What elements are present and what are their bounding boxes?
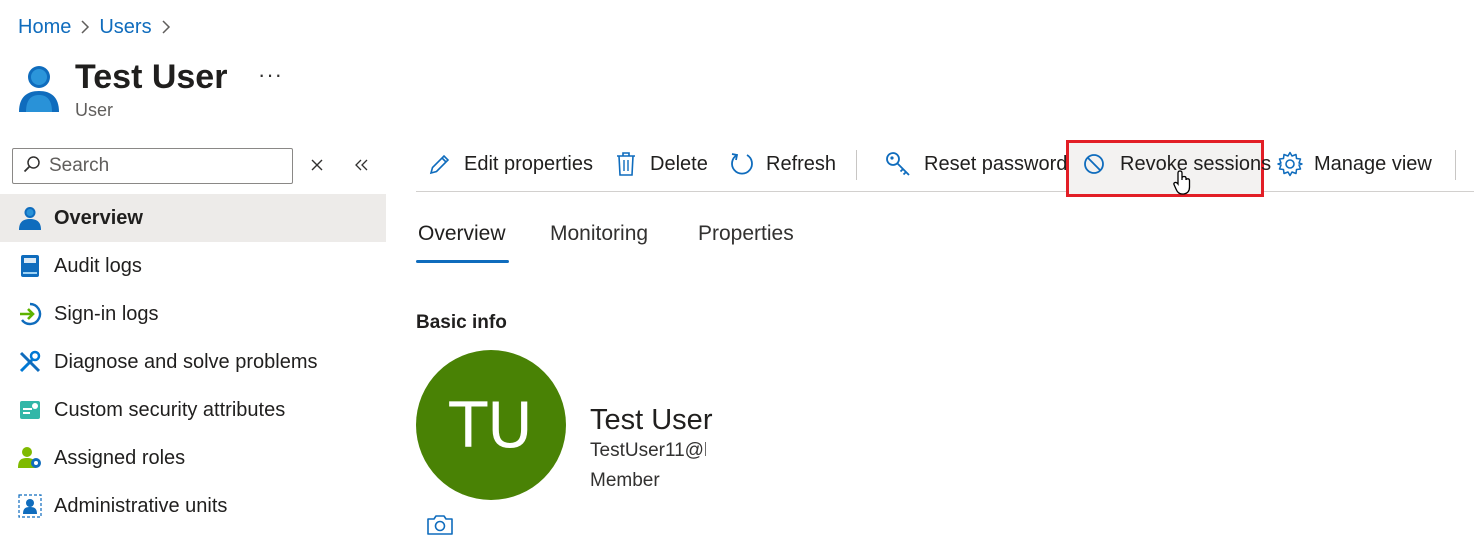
pencil-icon — [426, 150, 454, 178]
command-bar: Edit properties Delete Refresh Reset pas… — [416, 140, 1474, 197]
sidebar-item-label: Sign-in logs — [54, 302, 159, 325]
manage-view-label: Manage view — [1314, 152, 1432, 175]
manage-view-button[interactable]: Manage view — [1276, 140, 1432, 188]
tab-properties[interactable]: Properties — [698, 222, 794, 246]
delete-label: Delete — [650, 152, 708, 175]
toolbar-divider — [1455, 150, 1456, 180]
reset-password-button[interactable]: Reset password — [884, 140, 1067, 188]
chevron-right-icon — [152, 14, 180, 40]
refresh-label: Refresh — [766, 152, 837, 175]
sidebar-item-label: Administrative units — [54, 494, 228, 517]
page-subtitle: User — [75, 100, 114, 120]
edit-properties-button[interactable]: Edit properties — [426, 140, 593, 188]
sidebar-item-administrative-units[interactable]: Administrative units — [0, 482, 386, 530]
search-icon — [23, 155, 41, 178]
sidebar-item-custom-security-attributes[interactable]: Custom security attributes — [0, 386, 386, 434]
sidebar-item-label: Assigned roles — [54, 446, 186, 469]
hand-cursor-icon — [1173, 170, 1193, 201]
active-tab-indicator — [416, 260, 509, 263]
sidebar-nav: Overview Audit logs Sign-in logs Diagnos… — [0, 194, 386, 530]
double-chevron-left-icon — [355, 159, 368, 171]
tab-monitoring[interactable]: Monitoring — [550, 222, 648, 246]
breadcrumb: Home Users — [18, 14, 180, 40]
user-display-name: Test User — [590, 404, 713, 436]
book-icon — [18, 254, 42, 278]
close-icon — [311, 159, 323, 171]
sidebar-item-sign-in-logs[interactable]: Sign-in logs — [0, 290, 386, 338]
sidebar-item-label: Custom security attributes — [54, 398, 286, 421]
sidebar-item-overview[interactable]: Overview — [0, 194, 386, 242]
search-input[interactable] — [49, 155, 269, 177]
page-title: Test User — [75, 58, 228, 96]
camera-icon[interactable] — [426, 513, 454, 537]
sidebar-item-diagnose[interactable]: Diagnose and solve problems — [0, 338, 386, 386]
avatar: TU — [416, 350, 566, 500]
sidebar-item-label: Diagnose and solve problems — [54, 350, 318, 373]
sidebar-item-label: Audit logs — [54, 254, 142, 277]
gear-icon — [1276, 150, 1304, 178]
avatar-initials: TU — [449, 388, 533, 462]
collapse-sidebar-button[interactable] — [349, 152, 375, 178]
sidebar-item-audit-logs[interactable]: Audit logs — [0, 242, 386, 290]
toolbar-divider — [856, 150, 857, 180]
clear-search-button[interactable] — [304, 152, 330, 178]
key-icon — [884, 150, 912, 178]
sign-in-icon — [18, 302, 42, 326]
user-icon — [18, 206, 42, 230]
refresh-icon — [728, 150, 756, 178]
page-header: Test User User ··· — [18, 56, 282, 122]
user-icon — [18, 64, 60, 122]
attributes-icon — [18, 398, 42, 422]
sidebar-item-assigned-roles[interactable]: Assigned roles — [0, 434, 386, 482]
revoke-sessions-label: Revoke sessions — [1120, 152, 1272, 175]
user-principal-name: TestUser11@l — [590, 440, 706, 461]
tab-overview[interactable]: Overview — [418, 222, 506, 246]
breadcrumb-home-link[interactable]: Home — [18, 16, 71, 39]
chevron-right-icon — [71, 14, 99, 40]
basic-info-heading: Basic info — [416, 312, 507, 333]
wrench-icon — [18, 350, 42, 374]
delete-button[interactable]: Delete — [612, 140, 708, 188]
refresh-button[interactable]: Refresh — [728, 140, 836, 188]
user-type: Member — [590, 470, 660, 491]
more-options-button[interactable]: ··· — [258, 62, 283, 88]
sidebar-search[interactable] — [12, 148, 293, 184]
block-icon — [1080, 150, 1108, 178]
breadcrumb-users-link[interactable]: Users — [99, 16, 151, 39]
roles-icon — [18, 446, 42, 470]
admin-units-icon — [18, 494, 42, 518]
edit-properties-label: Edit properties — [464, 152, 593, 175]
reset-password-label: Reset password — [924, 152, 1068, 175]
sidebar-item-label: Overview — [54, 206, 143, 229]
trash-icon — [612, 150, 640, 178]
